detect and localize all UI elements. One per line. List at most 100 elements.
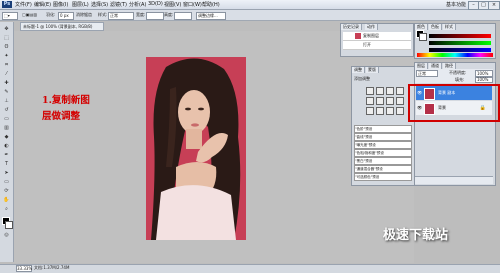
highlight-box bbox=[408, 84, 500, 122]
menu-file[interactable]: 文件(F) bbox=[15, 1, 32, 8]
brush-tool-icon[interactable]: ✎ bbox=[2, 89, 11, 96]
healing-brush-icon[interactable]: ✚ bbox=[2, 80, 11, 87]
hand-tool-icon[interactable]: ✋ bbox=[2, 197, 11, 204]
lasso-tool-icon[interactable]: ʘ bbox=[2, 44, 11, 51]
shape-tool-icon[interactable]: ▭ bbox=[2, 179, 11, 186]
portrait-photo bbox=[146, 57, 246, 240]
history-brush-icon[interactable]: ↺ bbox=[2, 107, 11, 114]
height-input[interactable] bbox=[174, 12, 192, 20]
zoom-tool-icon[interactable]: ⌕ bbox=[2, 206, 11, 213]
style-select[interactable]: 正常 bbox=[108, 12, 134, 20]
preset-black-white[interactable]: "黑白"预设 bbox=[354, 157, 412, 165]
layers-toolbar: 正常 不透明度: 100% 填充: 100% bbox=[415, 69, 493, 83]
history-snapshot-thumb bbox=[355, 33, 361, 39]
tutorial-annotation: 1.复制新图 层做调整 bbox=[42, 93, 90, 125]
green-slider[interactable] bbox=[429, 41, 491, 45]
feather-input[interactable]: 0 px bbox=[58, 12, 74, 20]
levels-icon[interactable] bbox=[376, 87, 384, 95]
crop-tool-icon[interactable]: ⌗ bbox=[2, 62, 11, 69]
red-slider[interactable] bbox=[429, 34, 491, 38]
selection-mode-icons[interactable]: ▢▣▤▥ bbox=[22, 12, 37, 18]
history-row[interactable]: 复制图层 bbox=[343, 32, 411, 41]
history-row-label: 复制图层 bbox=[363, 33, 379, 38]
panel-background-swatch[interactable] bbox=[419, 33, 427, 41]
preset-curves[interactable]: "曲线"预设 bbox=[354, 133, 412, 141]
document-info: 文档:1.37M/2.74M bbox=[34, 265, 70, 270]
color-balance-icon[interactable] bbox=[386, 97, 394, 105]
opacity-input[interactable]: 100% bbox=[475, 70, 493, 77]
document-tab[interactable]: 未标题-1 @ 100% (背景副本, RGB/8) bbox=[20, 22, 104, 31]
background-color-swatch[interactable] bbox=[5, 221, 13, 229]
exposure-icon[interactable] bbox=[396, 87, 404, 95]
3d-rotate-icon[interactable]: ⟳ bbox=[2, 188, 11, 195]
menu-help[interactable]: 帮助(H) bbox=[202, 1, 220, 8]
hue-saturation-icon[interactable] bbox=[376, 97, 384, 105]
eyedropper-icon[interactable]: ⁄ bbox=[2, 71, 11, 78]
menu-filter[interactable]: 滤镜(T) bbox=[110, 1, 127, 8]
tab-adjustments[interactable]: 调整 bbox=[352, 67, 365, 73]
gradient-tool-icon[interactable]: ▥ bbox=[2, 125, 11, 132]
opacity-label: 不透明度: bbox=[449, 70, 467, 75]
magic-wand-icon[interactable]: ✦ bbox=[2, 53, 11, 60]
menu-view[interactable]: 视图(V) bbox=[164, 1, 181, 8]
zoom-level-field[interactable]: 33.33% bbox=[16, 265, 32, 272]
blue-slider[interactable] bbox=[429, 48, 491, 52]
preset-hue-saturation[interactable]: "色相/饱和度"预设 bbox=[354, 149, 412, 157]
close-icon[interactable]: × bbox=[488, 1, 500, 10]
menu-bar: Ps 文件(F) 编辑(E) 图像(I) 图层(L) 选择(S) 滤镜(T) 分… bbox=[0, 0, 500, 10]
tab-styles[interactable]: 样式 bbox=[443, 24, 456, 30]
move-tool-icon[interactable]: ✥ bbox=[2, 26, 11, 33]
options-bar: ⬚▾ ▢▣▤▥ 羽化: 0 px 消除锯齿 样式: 正常 宽度: 高度: 调整边… bbox=[0, 10, 500, 21]
menu-analysis[interactable]: 分析(A) bbox=[129, 1, 146, 8]
menu-layer[interactable]: 图层(L) bbox=[72, 1, 89, 8]
blend-mode-select[interactable]: 正常 bbox=[416, 70, 438, 77]
preset-selective-color[interactable]: "可选颜色"预设 bbox=[354, 173, 412, 181]
eraser-tool-icon[interactable]: ▭ bbox=[2, 116, 11, 123]
curves-icon[interactable] bbox=[386, 87, 394, 95]
clone-stamp-icon[interactable]: ⊥ bbox=[2, 98, 11, 105]
color-spectrum-bar[interactable] bbox=[417, 53, 493, 57]
adjustments-panel: 调整 蒙版 添加调整 "色阶"预设 "曲线"预设 "曝光度"预设 "色相/饱和度… bbox=[351, 66, 415, 186]
dodge-tool-icon[interactable]: ◐ bbox=[2, 143, 11, 150]
brightness-icon[interactable] bbox=[366, 87, 374, 95]
tab-actions[interactable]: 动作 bbox=[365, 24, 378, 30]
marquee-tool-preset[interactable]: ⬚▾ bbox=[2, 12, 18, 20]
gradient-map-icon[interactable] bbox=[396, 107, 404, 115]
portrait-illustration bbox=[146, 57, 246, 240]
tab-masks[interactable]: 蒙版 bbox=[366, 67, 379, 73]
height-label: 高度: bbox=[164, 12, 174, 17]
type-tool-icon[interactable]: T bbox=[2, 161, 11, 168]
threshold-icon[interactable] bbox=[386, 107, 394, 115]
tab-swatches[interactable]: 色板 bbox=[429, 24, 442, 30]
vibrance-icon[interactable] bbox=[366, 97, 374, 105]
fill-input[interactable]: 100% bbox=[475, 77, 493, 83]
preset-levels[interactable]: "色阶"预设 bbox=[354, 125, 412, 133]
menu-edit[interactable]: 编辑(E) bbox=[34, 1, 51, 8]
annotation-line-1: 1.复制新图 bbox=[42, 95, 90, 106]
workspace-switcher[interactable]: 基本功能 bbox=[446, 1, 466, 8]
pen-tool-icon[interactable]: ✒ bbox=[2, 152, 11, 159]
black-white-icon[interactable] bbox=[396, 97, 404, 105]
menu-3d[interactable]: 3D(D) bbox=[148, 1, 163, 7]
quick-mask-icon[interactable]: ◎ bbox=[2, 232, 11, 239]
width-label: 宽度: bbox=[136, 12, 146, 17]
antialias-checkbox[interactable]: 消除锯齿 bbox=[76, 12, 92, 18]
history-panel: 历史记录 动作 复制图层 打开 bbox=[340, 23, 414, 57]
menu-window[interactable]: 窗口(W) bbox=[183, 1, 202, 8]
history-row[interactable]: 打开 bbox=[343, 41, 411, 50]
path-select-icon[interactable]: ➤ bbox=[2, 170, 11, 177]
feather-label: 羽化: bbox=[46, 12, 56, 17]
posterize-icon[interactable] bbox=[376, 107, 384, 115]
menu-image[interactable]: 图像(I) bbox=[53, 1, 68, 8]
preset-channel-mixer[interactable]: "通道混合器"预设 bbox=[354, 165, 412, 173]
refine-edge-button[interactable]: 调整边缘... bbox=[196, 12, 226, 20]
layers-footer-buttons[interactable] bbox=[415, 176, 493, 184]
menu-select[interactable]: 选择(S) bbox=[91, 1, 108, 8]
width-input[interactable] bbox=[146, 12, 164, 20]
preset-exposure[interactable]: "曝光度"预设 bbox=[354, 141, 412, 149]
toolbox: ✥ ⬚ ʘ ✦ ⌗ ⁄ ✚ ✎ ⊥ ↺ ▭ ▥ ◆ ◐ ✒ T ➤ ▭ ⟳ ✋ … bbox=[0, 22, 14, 262]
blur-tool-icon[interactable]: ◆ bbox=[2, 134, 11, 141]
marquee-tool-icon[interactable]: ⬚ bbox=[2, 35, 11, 42]
invert-icon[interactable] bbox=[366, 107, 374, 115]
tab-history[interactable]: 历史记录 bbox=[341, 24, 362, 30]
